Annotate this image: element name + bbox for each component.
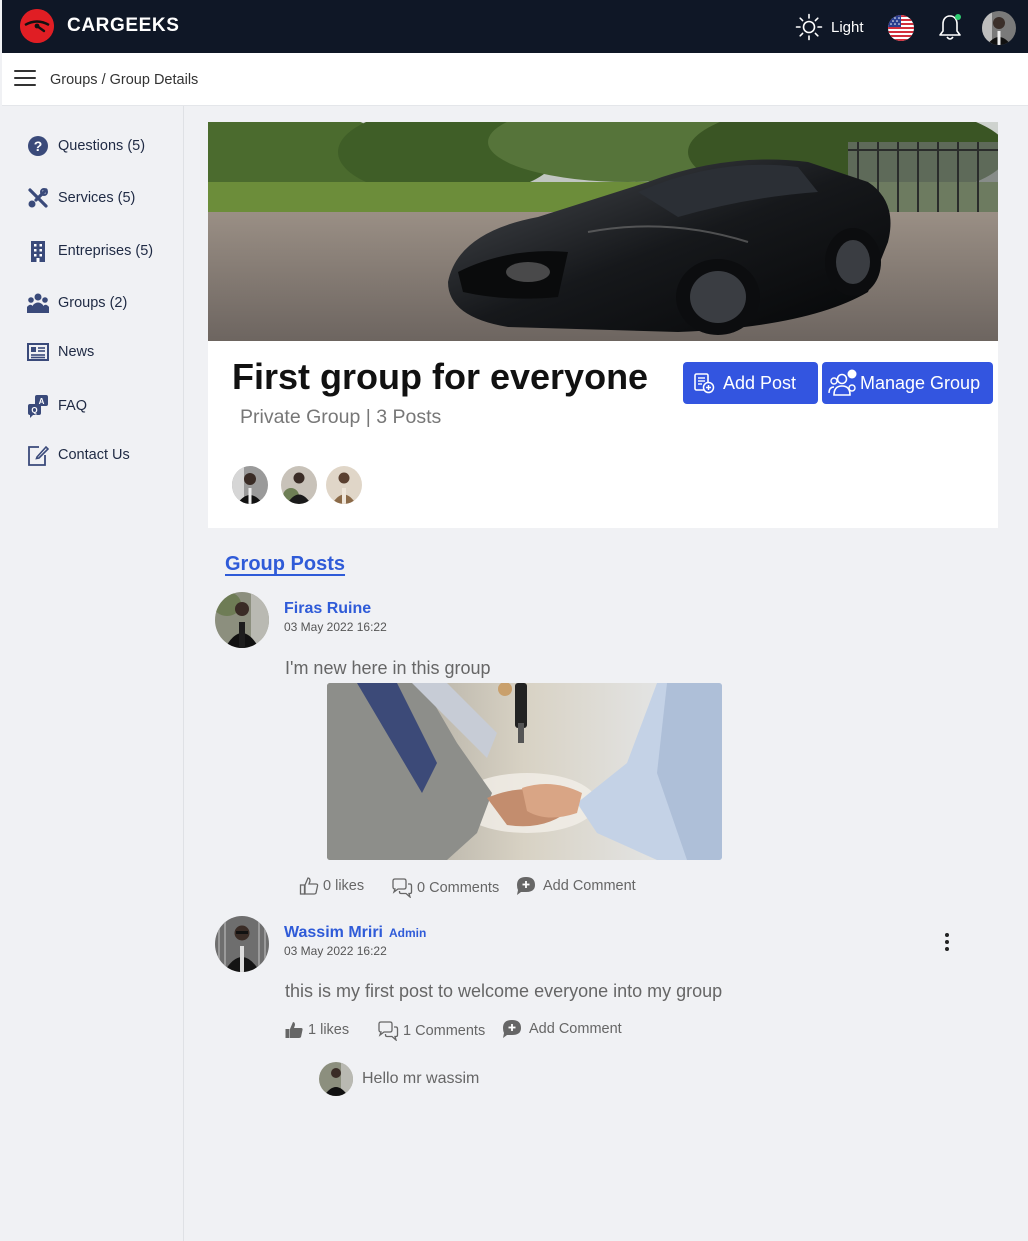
- comments-icon: [378, 1021, 399, 1041]
- sidebar-item-services[interactable]: Services (5): [26, 186, 135, 210]
- tools-icon: [26, 186, 50, 210]
- question-circle-icon: ?: [26, 134, 50, 158]
- comment-count: 0 Comments: [417, 880, 500, 896]
- post-date: 03 May 2022 16:22: [284, 944, 387, 958]
- sidebar-item-label: Groups (2): [58, 295, 128, 311]
- post-author-avatar[interactable]: [215, 592, 269, 648]
- add-comment-icon: [503, 1020, 521, 1038]
- sidebar-item-groups[interactable]: Groups (2): [26, 291, 127, 315]
- member-avatar[interactable]: [326, 466, 362, 504]
- us-flag-icon[interactable]: [888, 15, 914, 41]
- group-title: First group for everyone: [232, 356, 649, 397]
- add-comment-button[interactable]: Add Comment: [501, 1019, 622, 1039]
- menu-toggle-icon[interactable]: [14, 70, 36, 90]
- user-avatar[interactable]: [982, 11, 1016, 45]
- sun-icon: [795, 13, 823, 41]
- group-header-card: First group for everyone Private Group |…: [208, 122, 998, 528]
- sidebar: ? Questions (5) Services (5) Entreprises…: [2, 106, 184, 1241]
- comments-button[interactable]: 0 Comments: [391, 878, 499, 898]
- admin-badge: Admin: [389, 926, 427, 940]
- post-options-icon[interactable]: [940, 931, 954, 953]
- building-icon: [26, 239, 50, 263]
- post-image[interactable]: [327, 683, 722, 860]
- group-meta: Private Group | 3 Posts: [240, 406, 442, 428]
- newspaper-icon: [26, 340, 50, 364]
- add-comment-label: Add Comment: [543, 878, 636, 894]
- member-avatar[interactable]: [281, 466, 317, 504]
- post-author-name[interactable]: Wassim Mriri Admin: [284, 924, 426, 942]
- comment-author-avatar[interactable]: [319, 1062, 353, 1096]
- add-post-button[interactable]: Add Post: [683, 362, 818, 404]
- sidebar-item-label: Entreprises (5): [58, 243, 154, 259]
- manage-group-button[interactable]: Manage Group: [822, 362, 993, 404]
- sidebar-item-label: Questions (5): [58, 138, 146, 154]
- like-count: 0 likes: [323, 878, 365, 894]
- like-button[interactable]: 0 likes: [299, 876, 364, 896]
- like-button[interactable]: 1 likes: [284, 1020, 349, 1040]
- svg-text:?: ?: [34, 138, 43, 154]
- sidebar-item-questions[interactable]: ? Questions (5): [26, 134, 145, 158]
- svg-text:Q: Q: [31, 406, 37, 415]
- group-cover-image: [208, 122, 998, 341]
- brand-logo-icon[interactable]: [20, 9, 54, 43]
- sidebar-item-label: Services (5): [58, 190, 136, 206]
- comment-text: Hello mr wassim: [362, 1070, 480, 1087]
- sidebar-item-contact[interactable]: Contact Us: [26, 443, 130, 467]
- add-comment-label: Add Comment: [529, 1021, 622, 1037]
- brand-name[interactable]: CARGEEKS: [67, 15, 179, 37]
- comments-icon: [392, 878, 413, 898]
- comments-button[interactable]: 1 Comments: [377, 1021, 485, 1041]
- add-comment-icon: [517, 877, 535, 895]
- post-author-avatar[interactable]: [215, 916, 269, 972]
- comment-count: 1 Comments: [403, 1023, 486, 1039]
- post-text: I'm new here in this group: [285, 658, 491, 678]
- edit-icon: [26, 443, 50, 467]
- post-text: this is my first post to welcome everyon…: [285, 981, 723, 1001]
- faq-icon: AQ: [26, 394, 50, 418]
- add-comment-button[interactable]: Add Comment: [515, 876, 636, 896]
- people-group-icon: [26, 291, 50, 315]
- add-post-label: Add Post: [723, 372, 797, 393]
- notification-bell-icon[interactable]: [936, 12, 964, 42]
- sidebar-item-faq[interactable]: AQ FAQ: [26, 394, 87, 418]
- manage-group-label: Manage Group: [860, 372, 981, 393]
- post-author-name[interactable]: Firas Ruine: [284, 600, 371, 618]
- author-name-text: Wassim Mriri: [284, 924, 383, 941]
- manage-group-icon: [828, 368, 858, 398]
- theme-label: Light: [831, 18, 864, 36]
- add-post-icon: [693, 372, 715, 394]
- member-avatar[interactable]: [232, 466, 268, 504]
- sidebar-item-label: Contact Us: [58, 447, 130, 463]
- sidebar-item-label: News: [58, 344, 95, 360]
- sidebar-item-label: FAQ: [58, 398, 88, 414]
- top-navbar: CARGEEKS Light: [2, 0, 1028, 53]
- sidebar-item-entreprises[interactable]: Entreprises (5): [26, 239, 153, 263]
- like-count: 1 likes: [308, 1022, 350, 1038]
- theme-toggle[interactable]: Light: [794, 12, 864, 42]
- thumbs-up-filled-icon: [285, 1022, 303, 1038]
- sidebar-item-news[interactable]: News: [26, 340, 94, 364]
- breadcrumb: Groups / Group Details: [50, 72, 199, 88]
- breadcrumb-bar: Groups / Group Details: [2, 53, 1028, 106]
- group-posts-heading[interactable]: Group Posts: [225, 553, 345, 576]
- post-date: 03 May 2022 16:22: [284, 620, 387, 634]
- thumbs-up-icon: [299, 877, 319, 895]
